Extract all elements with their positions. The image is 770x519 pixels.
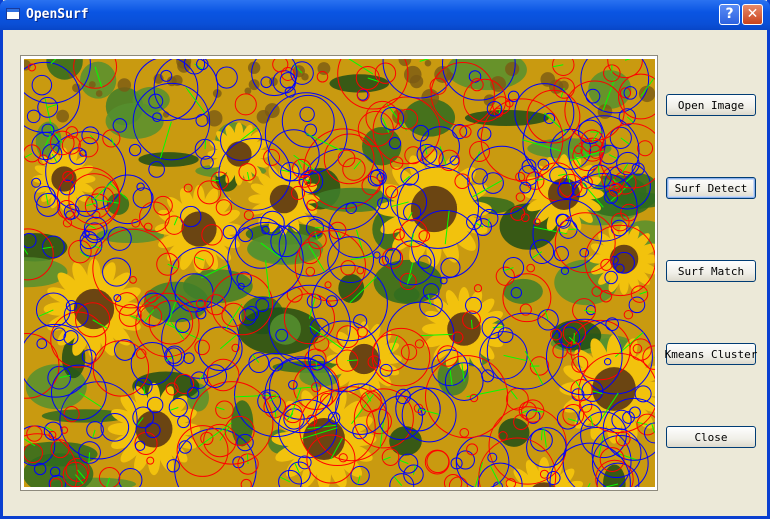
kmeans-cluster-button[interactable]: Kmeans Cluster — [665, 343, 757, 365]
close-icon: ✕ — [746, 6, 759, 22]
sunflower — [207, 122, 271, 186]
surf-result-image — [24, 59, 655, 487]
image-frame — [20, 55, 658, 491]
close-button[interactable]: Close — [666, 426, 756, 448]
sunflower — [43, 258, 145, 360]
surf-match-button[interactable]: Surf Match — [666, 260, 756, 282]
app-icon — [6, 8, 20, 20]
main-window: OpenSurf ? ✕ Open Image Surf Detect Surf… — [0, 0, 770, 519]
surf-detect-button[interactable]: Surf Detect — [666, 177, 756, 199]
image-view — [24, 59, 655, 487]
title-bar[interactable]: OpenSurf ? ✕ — [0, 0, 770, 30]
close-window-button[interactable]: ✕ — [742, 4, 763, 25]
window-title: OpenSurf — [26, 7, 89, 22]
help-button[interactable]: ? — [719, 4, 740, 25]
open-image-button[interactable]: Open Image — [666, 94, 756, 116]
help-icon: ? — [725, 6, 734, 22]
